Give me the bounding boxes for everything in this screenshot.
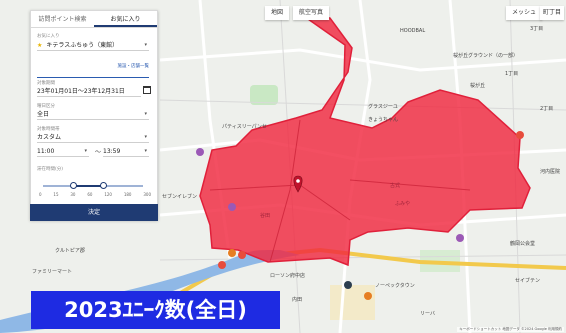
facility-area (330, 285, 375, 320)
tick-label: 60 (87, 192, 93, 197)
map-label: クルトピア郡 (55, 248, 85, 254)
map-label: セブンイレブン (162, 194, 198, 200)
poi-icon[interactable] (196, 148, 204, 156)
map-label: グラスジーユ (368, 104, 398, 110)
stay-slider-max-handle[interactable] (100, 182, 107, 189)
poi-icon[interactable] (516, 131, 524, 139)
poi-icon[interactable] (364, 292, 372, 300)
tick-label: 180 (123, 192, 132, 197)
map-label: 2丁目 (540, 106, 554, 112)
map-label: 1丁目 (505, 71, 519, 77)
map-label: きょうちゃん (368, 117, 399, 123)
favorite-select[interactable]: ★ キテラスふちゅう（東館） ▾ (37, 41, 149, 51)
tab-favorite[interactable]: お気に入り (94, 11, 157, 27)
map-label: 内田 (292, 297, 303, 303)
poi-icon[interactable] (218, 261, 226, 269)
stay-label: 滞在時間(分) (37, 167, 64, 172)
map-label: 鶴岡公会堂 (510, 241, 536, 247)
poi-icon[interactable] (238, 251, 246, 259)
calendar-icon[interactable] (143, 86, 151, 94)
tab-search[interactable]: 訪問ポイント検索 (31, 11, 94, 27)
map-label: HOODBAL (400, 28, 426, 34)
time-select[interactable]: カスタム ▾ (37, 133, 149, 143)
poi-icon[interactable] (456, 234, 464, 242)
poi-icon[interactable] (228, 203, 236, 211)
time-to-value: 13:59 (103, 148, 121, 155)
star-icon: ★ (37, 42, 43, 49)
tick-label: 120 (104, 192, 112, 197)
map-label: ファミリーマート (32, 269, 73, 275)
chevron-down-icon: ▾ (144, 42, 147, 48)
poi-icon[interactable] (344, 281, 352, 289)
period-field[interactable]: 23年01月01日～23年12月31日 (37, 87, 141, 97)
mesh-button[interactable]: メッシュ (506, 6, 543, 20)
chevron-down-icon: ▾ (144, 134, 147, 140)
map-label: 谷田 (260, 213, 271, 219)
chevron-down-icon: ▾ (84, 148, 87, 154)
period-label: 対象期間 (37, 81, 55, 86)
map-label: ノーペックタウン (375, 283, 415, 289)
satellite-button[interactable]: 航空写真 (293, 6, 330, 20)
map-label: 河内医院 (540, 169, 561, 175)
time-from-select[interactable]: 11:00 ▾ (37, 147, 89, 157)
stay-slider-fill (73, 185, 103, 187)
map-label: ローソン府中店 (270, 273, 306, 279)
range-separator: ～ (95, 149, 102, 156)
map-label: ふみや (395, 201, 411, 207)
map-label: セイブテン (515, 278, 541, 284)
map-type-button[interactable]: 地図 (265, 6, 290, 20)
tick-label: 30 (70, 192, 76, 197)
stay-slider-min-handle[interactable] (70, 182, 77, 189)
town-button[interactable]: 町丁目 (540, 6, 565, 20)
day-label: 曜日区分 (37, 104, 55, 109)
map-label: 桜が丘グラウンド（の一部） (453, 53, 519, 59)
map-label: 古式 (390, 183, 401, 189)
poi-icon[interactable] (228, 249, 236, 257)
tick-label: 15 (53, 192, 59, 197)
facility-list-link[interactable]: 施設・店舗一覧 (118, 63, 150, 69)
time-from-value: 11:00 (37, 148, 55, 155)
stay-slider-ticks: 0 15 30 60 120 180 300 (39, 192, 151, 197)
chevron-down-icon: ▾ (144, 148, 147, 154)
divider (37, 77, 149, 78)
day-select[interactable]: 全日 ▾ (37, 110, 149, 120)
caption-banner: 2023ﾕﾆｰｸ数(全日) (31, 291, 280, 329)
map-label: リーバ (420, 311, 435, 317)
tick-label: 300 (143, 192, 151, 197)
favorite-value: キテラスふちゅう（東館） (46, 42, 119, 49)
search-panel: 訪問ポイント検索 お気に入り お気に入り ★ キテラスふちゅう（東館） ▾ 施設・… (30, 10, 158, 220)
chevron-down-icon: ▾ (144, 111, 147, 117)
time-to-select[interactable]: 13:59 ▾ (103, 147, 149, 157)
decide-button[interactable]: 決定 (30, 204, 158, 221)
map-label: パティスリーパンセ (222, 124, 267, 130)
time-label: 対象時間帯 (37, 127, 60, 132)
time-value: カスタム (37, 134, 62, 141)
tick-label: 0 (39, 192, 42, 197)
map-label: 桜が丘 (470, 83, 486, 89)
day-value: 全日 (37, 111, 50, 118)
favorite-label: お気に入り (37, 34, 60, 39)
panel-tabs: 訪問ポイント検索 お気に入り (31, 11, 157, 28)
map-attribution[interactable]: キーボードショートカット 地図データ ©2024 Google 利用規約 (457, 327, 564, 332)
map-label: 3丁目 (530, 26, 544, 32)
